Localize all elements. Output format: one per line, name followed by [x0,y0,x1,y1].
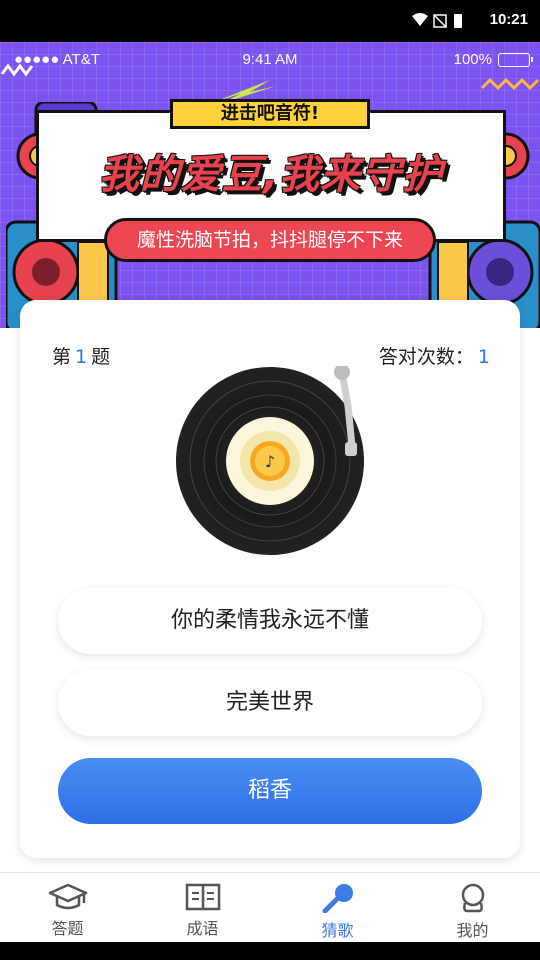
banner-tag: 进击吧音符! [170,99,370,129]
question-number: 第1题 [52,342,110,369]
game-card: 第1题 答对次数： 1 ♪ 你的柔情我永远不懂 完美世界 稻香 [20,300,520,858]
system-time: 10:21 [489,11,528,28]
question-number-value: 1 [75,346,88,368]
nav-label-guess-song: 猜歌 [321,921,354,940]
banner: ●●●●● AT&T 9:41 AM 100% 进击吧音符! 我的爱豆,我来守护 [0,42,540,328]
wifi-icon [412,13,428,26]
banner-subtitle: 魔性洗脑节拍，抖抖腿停不下来 [104,218,436,262]
nav-label-answer: 答题 [51,919,84,938]
battery-icon [454,14,462,28]
question-suffix: 题 [91,346,111,368]
zigzag-decoration-icon [0,63,34,77]
banner-headline: 我的爱豆,我来守护 [98,152,444,198]
correct-count-value: 1 [477,346,490,368]
nav-item-guess-song[interactable]: 猜歌 [270,873,405,942]
ios-battery: 100% [453,51,533,68]
answer-option-2[interactable]: 完美世界 [58,670,482,736]
vinyl-record-icon[interactable]: ♪ [170,366,372,556]
answer-option-3[interactable]: 稻香 [58,758,482,824]
ios-status-bar: ●●●●● AT&T 9:41 AM 100% [0,42,540,78]
system-status-bar: 10:21 [0,0,540,42]
correct-count: 答对次数： 1 [379,342,490,369]
zigzag-decoration-icon [480,77,540,91]
answer-option-1[interactable]: 你的柔情我永远不懂 [58,588,482,654]
bottom-nav: 答题 成语 猜歌 我的 [0,872,540,942]
battery-icon [498,52,533,67]
android-nav-bar [0,942,540,960]
nav-label-idiom: 成语 [186,919,219,938]
nav-item-mine[interactable]: 我的 [405,873,540,942]
book-icon [185,883,220,911]
battery-percent: 100% [453,51,492,68]
user-icon [461,883,484,913]
nav-item-idiom[interactable]: 成语 [135,873,270,942]
system-status-icons [410,12,470,34]
nav-item-answer[interactable]: 答题 [0,873,135,942]
graduation-cap-icon [48,883,87,910]
correct-count-label: 答对次数： [378,346,474,368]
nav-label-mine: 我的 [456,921,489,940]
question-prefix: 第 [52,346,72,368]
microphone-icon [322,884,353,913]
svg-text:♪: ♪ [265,452,275,471]
